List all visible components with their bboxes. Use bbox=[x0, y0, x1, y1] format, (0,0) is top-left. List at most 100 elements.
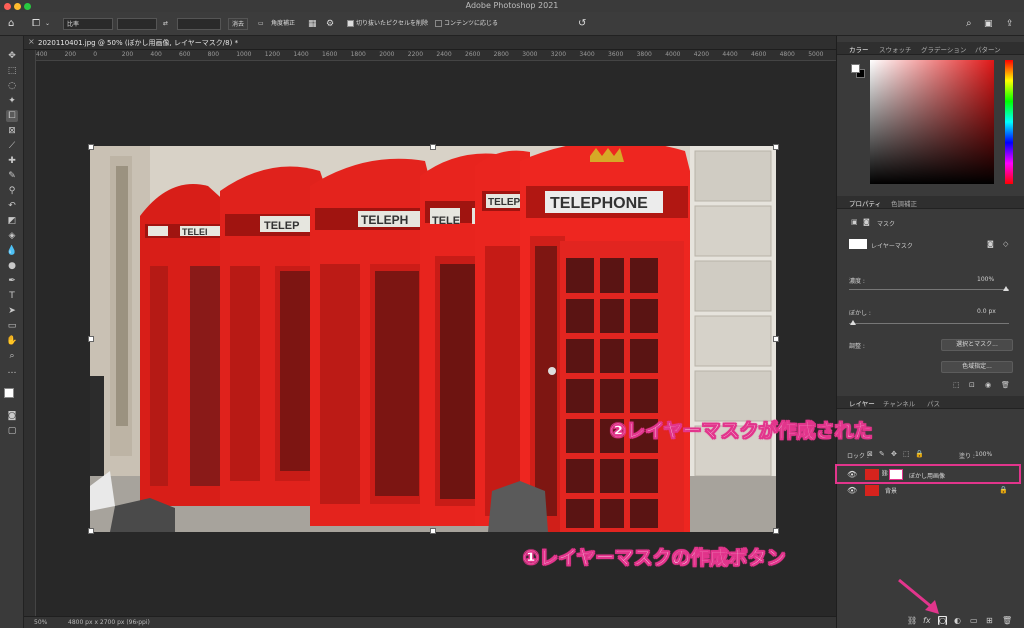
feather-slider[interactable] bbox=[849, 323, 1009, 324]
delete-layer-icon[interactable]: 🗑 bbox=[1002, 616, 1012, 625]
foreground-color-swatch[interactable] bbox=[851, 64, 860, 73]
feather-value[interactable]: 0.0 px bbox=[977, 308, 996, 315]
link-layers-icon[interactable]: ⛓ bbox=[907, 616, 917, 625]
chevron-down-icon[interactable]: ⌄ bbox=[45, 18, 50, 30]
tab-gradients[interactable]: グラデーション bbox=[921, 44, 966, 54]
width-field[interactable] bbox=[117, 18, 157, 30]
new-group-icon[interactable]: ▭ bbox=[970, 616, 978, 625]
color-range-button[interactable]: 色域指定... bbox=[941, 361, 1013, 373]
tab-adjustments[interactable]: 色調補正 bbox=[891, 198, 917, 208]
home-icon[interactable]: ⌂ bbox=[8, 18, 14, 30]
move-tool-icon[interactable]: ✥ bbox=[6, 50, 18, 62]
lock-all-icon[interactable]: 🔒 bbox=[915, 450, 924, 458]
document-tab[interactable]: × 2020110401.jpg @ 50% (ぼかし用画像, レイヤーマスク/… bbox=[24, 36, 836, 50]
frame-tool-icon[interactable]: ⊠ bbox=[6, 125, 18, 137]
ratio-select[interactable]: 比率 bbox=[63, 18, 113, 30]
adjustment-layer-icon[interactable]: ◐ bbox=[954, 616, 961, 625]
pixel-mask-icon[interactable]: ◙ bbox=[987, 240, 994, 248]
layer-row-blur-image[interactable]: 👁 ⛓ ぼかし用画像 bbox=[835, 464, 1021, 484]
tab-color[interactable]: カラー bbox=[849, 44, 869, 54]
apply-mask-icon[interactable]: ⊡ bbox=[969, 381, 975, 389]
share-icon[interactable]: ⇪ bbox=[1006, 18, 1014, 30]
crop-tool-icon[interactable]: ⧠ bbox=[32, 18, 40, 30]
crop-handle[interactable] bbox=[773, 528, 779, 534]
link-icon[interactable]: ⛓ bbox=[881, 470, 889, 477]
feather-slider-thumb[interactable] bbox=[850, 320, 856, 325]
screen-mode-icon[interactable]: ▢ bbox=[6, 425, 18, 437]
reset-icon[interactable]: ↺ bbox=[578, 18, 586, 30]
dodge-tool-icon[interactable]: ● bbox=[6, 260, 18, 272]
history-brush-icon[interactable]: ↶ bbox=[6, 200, 18, 212]
add-layer-mask-icon[interactable]: ◙ bbox=[938, 616, 947, 625]
new-layer-icon[interactable]: ⊞ bbox=[986, 616, 993, 625]
vector-mask-icon[interactable]: ◇ bbox=[1003, 240, 1008, 248]
crop-handle[interactable] bbox=[430, 528, 436, 534]
clone-stamp-icon[interactable]: ⚲ bbox=[6, 185, 18, 197]
crop-handle[interactable] bbox=[773, 336, 779, 342]
close-tab-icon[interactable]: × bbox=[28, 37, 35, 46]
crop-handle[interactable] bbox=[88, 528, 94, 534]
density-value[interactable]: 100% bbox=[977, 276, 994, 283]
lock-position-icon[interactable]: ✥ bbox=[891, 450, 897, 458]
crop-handle[interactable] bbox=[430, 144, 436, 150]
zoom-tool-icon[interactable]: ⌕ bbox=[6, 350, 18, 362]
swap-icon[interactable]: ⇄ bbox=[163, 18, 168, 30]
delete-mask-icon[interactable]: 🗑 bbox=[1001, 381, 1010, 389]
density-slider[interactable] bbox=[849, 289, 1009, 290]
eraser-tool-icon[interactable]: ◩ bbox=[6, 215, 18, 227]
zoom-level[interactable]: 50% bbox=[34, 619, 47, 626]
hand-tool-icon[interactable]: ✋ bbox=[6, 335, 18, 347]
shape-tool-icon[interactable]: ▭ bbox=[6, 320, 18, 332]
paint-bucket-icon[interactable]: ◈ bbox=[6, 230, 18, 242]
visibility-icon[interactable]: ◉ bbox=[985, 381, 991, 389]
eye-icon[interactable]: 👁 bbox=[847, 470, 857, 479]
lasso-tool-icon[interactable]: ◌ bbox=[6, 80, 18, 92]
content-aware-checkbox[interactable]: コンテンツに応じる bbox=[435, 18, 498, 30]
lock-artboard-icon[interactable]: ⬚ bbox=[903, 450, 910, 458]
blur-tool-icon[interactable]: 💧 bbox=[6, 245, 18, 257]
fill-value[interactable]: 100% bbox=[975, 451, 992, 458]
tab-swatches[interactable]: スウォッチ bbox=[879, 44, 912, 54]
tab-paths[interactable]: パス bbox=[927, 398, 940, 408]
clear-button[interactable]: 消去 bbox=[228, 18, 249, 30]
status-menu-icon[interactable]: › bbox=[136, 619, 138, 626]
layer-mask-thumbnail[interactable] bbox=[889, 469, 903, 480]
more-tools-icon[interactable]: … bbox=[6, 365, 18, 377]
magic-wand-icon[interactable]: ✦ bbox=[6, 95, 18, 107]
pen-tool-icon[interactable]: ✒ bbox=[6, 275, 18, 287]
brush-tool-icon[interactable]: ✎ bbox=[6, 170, 18, 182]
hue-slider[interactable] bbox=[1005, 60, 1013, 184]
straighten-icon[interactable]: ▭ bbox=[258, 18, 264, 30]
settings-gear-icon[interactable]: ⚙ bbox=[326, 18, 334, 30]
straighten-label[interactable]: 角度補正 bbox=[271, 18, 295, 30]
select-and-mask-button[interactable]: 選択とマスク... bbox=[941, 339, 1013, 351]
type-tool-icon[interactable]: T bbox=[6, 290, 18, 302]
tab-properties[interactable]: プロパティ bbox=[849, 198, 881, 208]
healing-brush-icon[interactable]: ✚ bbox=[6, 155, 18, 167]
tab-patterns[interactable]: パターン bbox=[975, 44, 1001, 54]
layer-row-background[interactable]: 👁 背景 🔒 bbox=[837, 484, 1024, 497]
quick-mask-icon[interactable]: ◙ bbox=[6, 410, 18, 422]
fx-icon[interactable]: fx bbox=[923, 616, 931, 625]
crop-handle[interactable] bbox=[773, 144, 779, 150]
eyedropper-icon[interactable]: ⟋ bbox=[6, 140, 18, 152]
workspace-icon[interactable]: ▣ bbox=[984, 18, 993, 30]
foreground-color-swatch[interactable] bbox=[4, 388, 14, 398]
eye-icon[interactable]: 👁 bbox=[847, 486, 857, 495]
density-slider-thumb[interactable] bbox=[1003, 286, 1009, 291]
search-icon[interactable]: ⌕ bbox=[966, 18, 972, 30]
lock-brush-icon[interactable]: ✎ bbox=[879, 450, 885, 458]
tab-channels[interactable]: チャンネル bbox=[883, 398, 915, 408]
overlay-grid-icon[interactable]: ▦ bbox=[308, 18, 317, 30]
delete-cropped-checkbox[interactable]: 切り抜いたピクセルを削除 bbox=[347, 18, 428, 30]
crop-tool-icon[interactable]: ⧠ bbox=[6, 110, 18, 122]
path-selection-icon[interactable]: ➤ bbox=[6, 305, 18, 317]
telephone-booth-photo[interactable]: TELEI TELEP TELEPH TELE TELEP TELEPHONE bbox=[90, 146, 776, 532]
load-selection-icon[interactable]: ⬚ bbox=[953, 381, 960, 389]
height-field[interactable] bbox=[177, 18, 221, 30]
crop-handle[interactable] bbox=[88, 144, 94, 150]
color-picker-field[interactable] bbox=[870, 60, 994, 184]
marquee-tool-icon[interactable]: ⬚ bbox=[6, 65, 18, 77]
crop-handle[interactable] bbox=[88, 336, 94, 342]
tab-layers[interactable]: レイヤー bbox=[849, 398, 875, 408]
